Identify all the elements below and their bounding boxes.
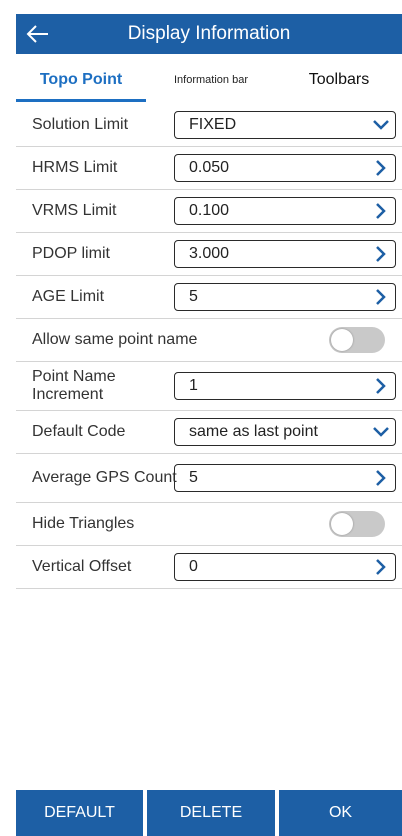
footer-actions: DEFAULT DELETE OK bbox=[16, 790, 402, 836]
row-default-code: Default Code same as last point bbox=[16, 411, 402, 454]
hrms-limit-field[interactable]: 0.050 bbox=[174, 154, 396, 182]
row-label: Solution Limit bbox=[32, 116, 129, 133]
default-button[interactable]: DEFAULT bbox=[16, 790, 143, 836]
chevron-down-icon bbox=[367, 419, 395, 445]
field-value: 5 bbox=[189, 288, 198, 305]
allow-same-point-name-toggle[interactable] bbox=[329, 327, 385, 353]
field-value: 1 bbox=[189, 377, 198, 394]
row-label: Default Code bbox=[32, 423, 126, 440]
app-header: Display Information bbox=[16, 14, 402, 54]
row-label: Vertical Offset bbox=[32, 558, 132, 575]
point-name-increment-field[interactable]: 1 bbox=[174, 372, 396, 400]
row-hrms-limit: HRMS Limit 0.050 bbox=[16, 147, 402, 190]
delete-button[interactable]: DELETE bbox=[147, 790, 275, 836]
field-value: 5 bbox=[189, 469, 198, 486]
chevron-right-icon bbox=[367, 155, 395, 181]
row-allow-same-point-name: Allow same point name bbox=[16, 319, 402, 362]
vrms-limit-field[interactable]: 0.100 bbox=[174, 197, 396, 225]
chevron-right-icon bbox=[367, 198, 395, 224]
arrow-left-icon bbox=[26, 25, 48, 43]
pdop-limit-field[interactable]: 3.000 bbox=[174, 240, 396, 268]
row-age-limit: AGE Limit 5 bbox=[16, 276, 402, 319]
row-average-gps-count: Average GPS Count 5 bbox=[16, 454, 402, 503]
field-value: 0.050 bbox=[189, 159, 230, 176]
hide-triangles-toggle[interactable] bbox=[329, 511, 385, 537]
toggle-knob bbox=[331, 329, 353, 351]
tab-information-bar[interactable]: Information bar bbox=[146, 60, 276, 100]
back-button[interactable] bbox=[16, 14, 60, 54]
row-point-name-increment: Point Name Increment 1 bbox=[16, 362, 402, 411]
row-vertical-offset: Vertical Offset 0 bbox=[16, 546, 402, 589]
settings-list: Solution Limit FIXED HRMS Limit 0.050 VR… bbox=[16, 104, 402, 589]
row-label: PDOP limit bbox=[32, 245, 110, 262]
row-label: HRMS Limit bbox=[32, 159, 118, 176]
row-pdop-limit: PDOP limit 3.000 bbox=[16, 233, 402, 276]
chevron-right-icon bbox=[367, 241, 395, 267]
row-hide-triangles: Hide Triangles bbox=[16, 503, 402, 546]
row-label: VRMS Limit bbox=[32, 202, 117, 219]
average-gps-count-field[interactable]: 5 bbox=[174, 464, 396, 492]
field-value: 0 bbox=[189, 558, 198, 575]
row-label: AGE Limit bbox=[32, 288, 105, 305]
chevron-right-icon bbox=[367, 554, 395, 580]
chevron-right-icon bbox=[367, 284, 395, 310]
tab-bar: Topo Point Information bar Toolbars bbox=[16, 60, 402, 102]
row-label: Point Name Increment bbox=[32, 368, 116, 403]
tab-topo-point[interactable]: Topo Point bbox=[16, 60, 146, 100]
toggle-knob bbox=[331, 513, 353, 535]
tab-toolbars[interactable]: Toolbars bbox=[276, 60, 402, 100]
ok-button[interactable]: OK bbox=[279, 790, 402, 836]
field-value: 0.100 bbox=[189, 202, 230, 219]
row-label: Average GPS Count bbox=[32, 469, 177, 486]
row-vrms-limit: VRMS Limit 0.100 bbox=[16, 190, 402, 233]
chevron-right-icon bbox=[367, 373, 395, 399]
field-value: FIXED bbox=[189, 116, 237, 133]
field-value: same as last point bbox=[189, 423, 318, 440]
field-value: 3.000 bbox=[189, 245, 230, 262]
vertical-offset-field[interactable]: 0 bbox=[174, 553, 396, 581]
default-code-select[interactable]: same as last point bbox=[174, 418, 396, 446]
age-limit-field[interactable]: 5 bbox=[174, 283, 396, 311]
solution-limit-select[interactable]: FIXED bbox=[174, 111, 396, 139]
active-tab-indicator bbox=[16, 99, 146, 102]
page-title: Display Information bbox=[127, 23, 291, 44]
chevron-right-icon bbox=[367, 465, 395, 491]
row-solution-limit: Solution Limit FIXED bbox=[16, 104, 402, 147]
chevron-down-icon bbox=[367, 112, 395, 138]
